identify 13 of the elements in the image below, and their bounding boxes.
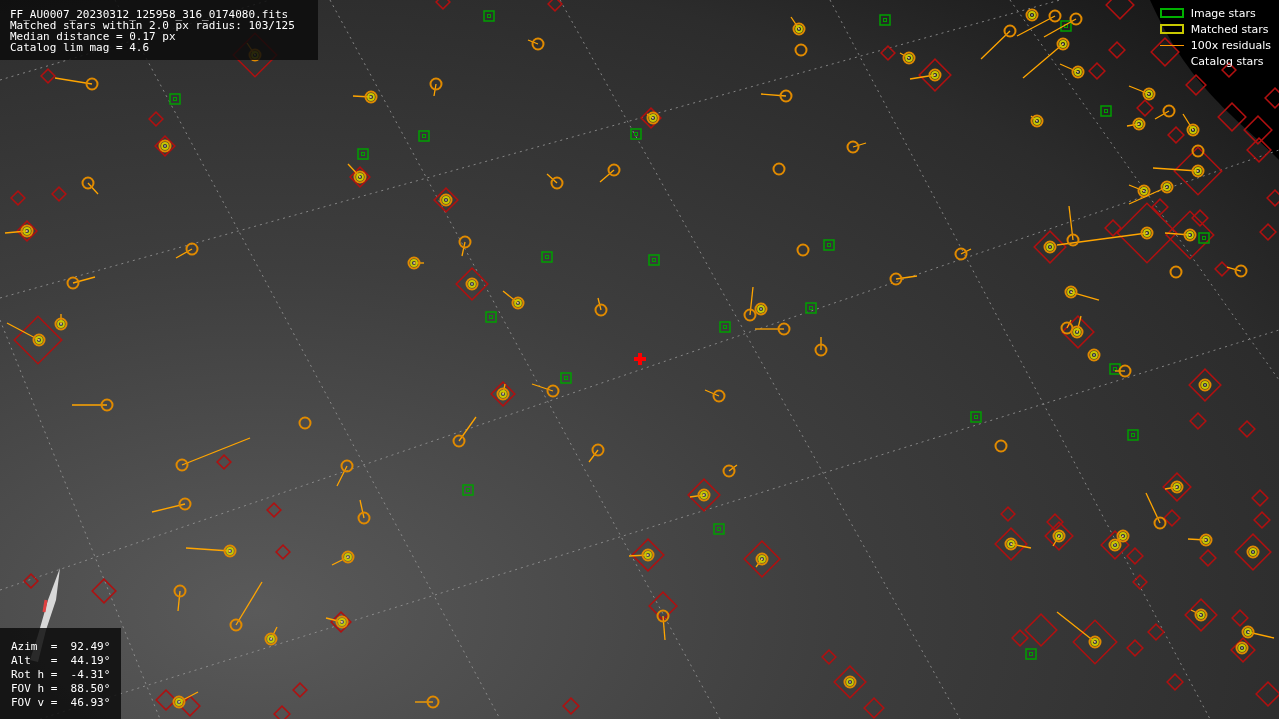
pointing-line: Azim = 92.49°	[11, 640, 112, 654]
pointing-line: FOV h = 88.50°	[11, 682, 112, 696]
info-line: Median distance = 0.17 px	[10, 31, 176, 42]
legend-label: Image stars	[1190, 6, 1256, 20]
pointing-line: FOV v = 46.93°	[11, 696, 112, 710]
legend-label: 100x residuals	[1190, 38, 1271, 52]
info-line: Catalog lim mag = 4.6	[10, 42, 151, 53]
legend-label: Catalog stars	[1190, 54, 1264, 68]
legend-label: Matched stars	[1190, 22, 1269, 36]
pointing-line: Rot h = -4.31°	[11, 668, 112, 682]
info-line: FF_AU0007_20230312_125958_316_0174080.fits	[10, 9, 290, 20]
pointing-line: Alt = 44.19°	[11, 654, 112, 668]
info-line: Matched stars within 2.0 px radius: 103/125	[10, 20, 296, 31]
